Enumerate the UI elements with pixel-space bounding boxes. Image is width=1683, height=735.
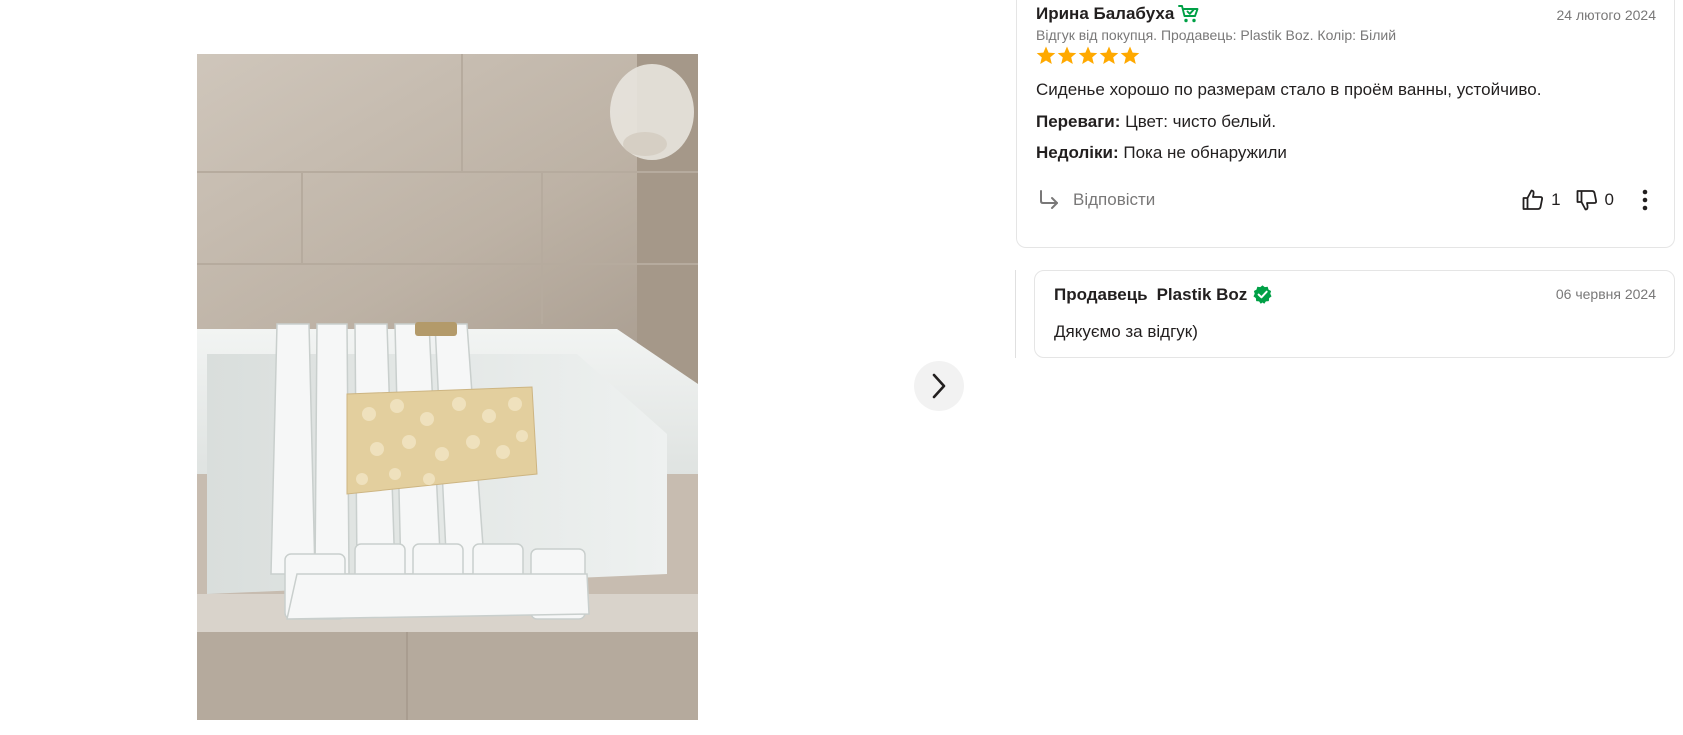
- dislike-button[interactable]: 0: [1575, 188, 1614, 212]
- cons-value: Пока не обнаружили: [1123, 143, 1287, 162]
- reply-label: Відповісти: [1073, 190, 1156, 209]
- review-date: 24 лютого 2024: [1556, 7, 1656, 23]
- thumbs-down-icon: [1576, 190, 1597, 211]
- next-photo-button[interactable]: [914, 361, 964, 411]
- cart-check-icon: [1178, 4, 1200, 24]
- answer-thread-line: [1015, 270, 1016, 358]
- review-card: Ирина Балабуха 24 лютого 2024 Відгук від…: [1016, 0, 1675, 248]
- pros-label: Переваги:: [1036, 112, 1121, 131]
- review-photo[interactable]: [197, 54, 698, 720]
- star-icon: [1078, 46, 1098, 64]
- star-icon: [1057, 46, 1077, 64]
- seller-answer-card: Продавець Plastik Boz 06 червня 2024 Дяк…: [1034, 270, 1675, 358]
- review-rating: [1036, 46, 1140, 65]
- star-icon: [1036, 46, 1056, 64]
- verified-badge-icon: [1253, 285, 1272, 304]
- more-vertical-icon: [1642, 189, 1648, 211]
- seller-answer-date: 06 червня 2024: [1555, 286, 1656, 302]
- more-actions-button[interactable]: [1642, 189, 1648, 211]
- bath-seat-photo-image: [197, 54, 698, 720]
- review-author-name: Ирина Балабуха: [1036, 4, 1175, 23]
- seller-label: Продавець: [1054, 284, 1148, 304]
- review-pros: Переваги: Цвет: чисто белый.: [1036, 112, 1276, 132]
- cons-label: Недоліки:: [1036, 143, 1119, 162]
- like-button[interactable]: 1: [1521, 188, 1561, 212]
- reply-arrow-icon: [1040, 190, 1058, 209]
- dislike-count: 0: [1604, 190, 1614, 209]
- pros-value: Цвет: чисто белый.: [1125, 112, 1277, 131]
- review-purchase-meta: Відгук від покупця. Продавець: Plastik B…: [1036, 27, 1397, 43]
- review-author-row: Ирина Балабуха: [1036, 4, 1200, 24]
- review-photo-viewer: Ирина Балабуха 24 лютого 2024 Відгук від…: [0, 0, 1683, 735]
- star-icon: [1120, 46, 1140, 64]
- review-votes: 1 0: [1521, 188, 1648, 212]
- review-text: Сиденье хорошо по размерам стало в проём…: [1036, 80, 1542, 99]
- reply-button[interactable]: Відповісти: [1037, 188, 1155, 212]
- seller-answer-text: Дякуємо за відгук): [1054, 322, 1198, 341]
- like-count: 1: [1551, 190, 1561, 209]
- seller-name: Plastik Boz: [1156, 284, 1248, 304]
- seller-answer-header: Продавець Plastik Boz: [1054, 284, 1273, 305]
- star-icon: [1099, 46, 1119, 64]
- review-cons: Недоліки: Пока не обнаружили: [1036, 143, 1287, 163]
- thumbs-up-icon: [1522, 189, 1544, 210]
- chevron-right-icon: [932, 373, 946, 399]
